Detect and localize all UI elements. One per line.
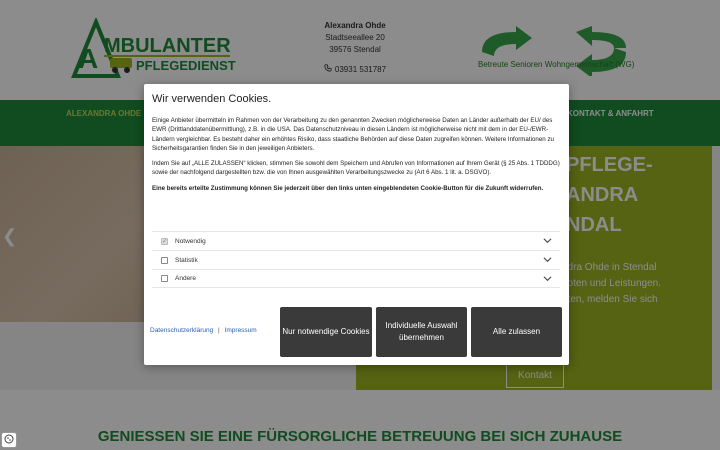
- option-label: Notwendig: [175, 237, 206, 245]
- cookie-settings-button[interactable]: [1, 432, 17, 448]
- chevron-down-icon[interactable]: [543, 236, 552, 245]
- cookie-icon: [4, 431, 14, 449]
- link-separator: |: [218, 327, 220, 334]
- cookie-modal-title: Wir verwenden Cookies.: [152, 93, 272, 105]
- imprint-link[interactable]: Impressum: [225, 327, 257, 334]
- accept-all-button[interactable]: Alle zulassen: [471, 307, 562, 357]
- necessary-cookies-button[interactable]: Nur notwendige Cookies: [280, 307, 372, 357]
- cookie-footer-links: Datenschutzerklärung | Impressum: [150, 327, 257, 334]
- option-label: Andere: [175, 275, 196, 282]
- cookie-text-revoke: Eine bereits erteilte Zustimmung können …: [152, 184, 544, 192]
- cookie-consent-modal: Wir verwenden Cookies. Einige Anbieter ü…: [144, 84, 569, 365]
- chevron-down-icon[interactable]: [543, 255, 552, 264]
- cookie-options-list: ✓ Notwendig Statistik Andere: [152, 231, 560, 288]
- checkbox-andere[interactable]: [161, 275, 168, 282]
- checkbox-notwendig: ✓: [161, 237, 168, 245]
- cookie-option-notwendig[interactable]: ✓ Notwendig: [152, 231, 560, 250]
- cookie-text-consent: Indem Sie auf „ALLE ZULASSEN“ klicken, s…: [152, 160, 560, 177]
- privacy-policy-link[interactable]: Datenschutzerklärung: [150, 327, 213, 334]
- cookie-modal-body: Einige Anbieter übermitteln im Rahmen vo…: [152, 116, 560, 199]
- checkbox-statistik[interactable]: [161, 256, 168, 264]
- cookie-text-data-transfer: Einige Anbieter übermitteln im Rahmen vo…: [152, 117, 554, 152]
- individual-selection-button[interactable]: Individuelle Auswahl übernehmen: [376, 307, 467, 357]
- cookie-option-statistik[interactable]: Statistik: [152, 250, 560, 269]
- chevron-down-icon[interactable]: [543, 274, 552, 283]
- cookie-option-andere[interactable]: Andere: [152, 269, 560, 288]
- option-label: Statistik: [175, 256, 198, 264]
